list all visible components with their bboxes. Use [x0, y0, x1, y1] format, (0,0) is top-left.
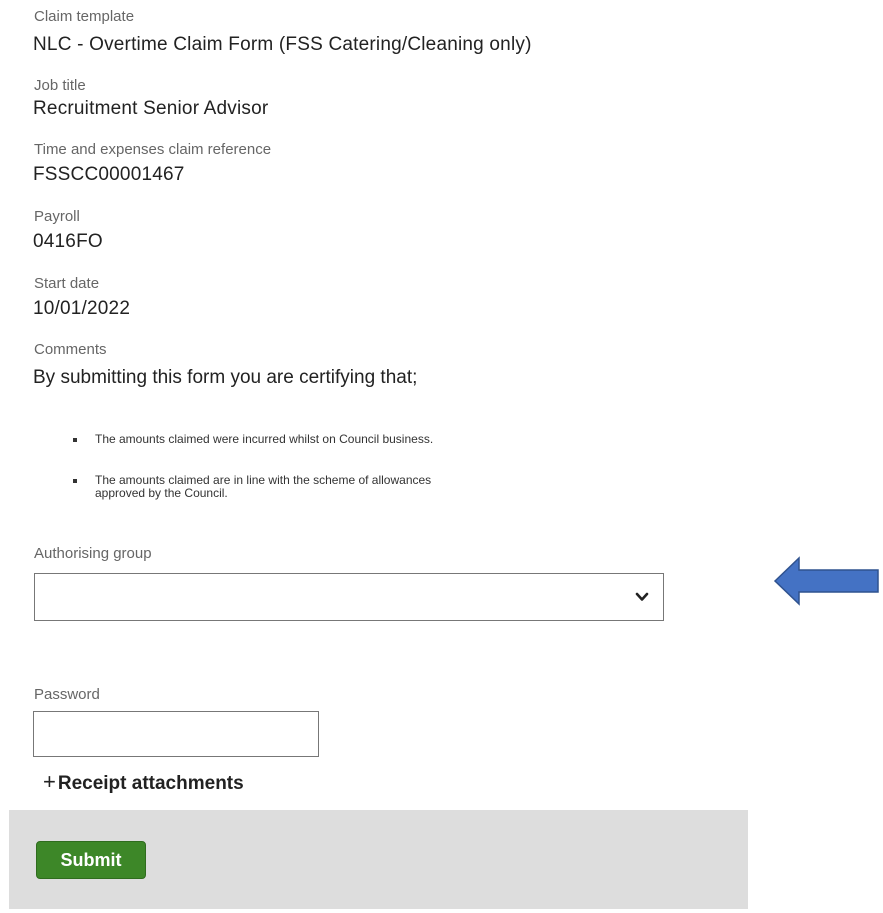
- payroll-value: 0416FO: [33, 231, 103, 252]
- plus-icon: +: [43, 769, 56, 794]
- left-arrow-icon: [773, 556, 879, 606]
- form-footer: Submit: [9, 810, 748, 909]
- job-title-value: Recruitment Senior Advisor: [33, 98, 269, 119]
- authorising-group-select[interactable]: [34, 573, 664, 621]
- list-item: The amounts claimed were incurred whilst…: [72, 433, 602, 446]
- payroll-label: Payroll: [34, 208, 80, 225]
- password-field[interactable]: [33, 711, 319, 757]
- certification-list-2: The amounts claimed are in line with the…: [72, 474, 602, 500]
- comments-label: Comments: [34, 341, 107, 358]
- job-title-label: Job title: [34, 77, 86, 94]
- submit-button[interactable]: Submit: [36, 841, 146, 879]
- start-date-value: 10/01/2022: [33, 298, 131, 319]
- bullet-icon: [73, 438, 77, 442]
- bullet-icon: [73, 479, 77, 483]
- receipt-attachments-label: Receipt attachments: [57, 773, 244, 794]
- comments-heading: By submitting this form you are certifyi…: [33, 367, 418, 388]
- password-label: Password: [34, 686, 100, 703]
- list-item: The amounts claimed are in line with the…: [72, 474, 602, 500]
- bullet-text: The amounts claimed are in line with the…: [95, 473, 432, 487]
- claim-reference-value: FSSCC00001467: [33, 164, 185, 185]
- bullet-text-continued: approved by the Council.: [95, 486, 228, 500]
- receipt-attachments-link[interactable]: + Receipt attachments: [43, 769, 244, 795]
- claim-template-value: NLC - Overtime Claim Form (FSS Catering/…: [33, 34, 532, 55]
- chevron-down-icon: [635, 592, 649, 601]
- claim-reference-label: Time and expenses claim reference: [34, 141, 272, 158]
- bullet-text: The amounts claimed were incurred whilst…: [95, 432, 434, 446]
- claim-template-label: Claim template: [34, 8, 135, 25]
- authorising-group-label: Authorising group: [34, 545, 152, 562]
- certification-list: The amounts claimed were incurred whilst…: [72, 433, 602, 446]
- start-date-label: Start date: [34, 275, 100, 292]
